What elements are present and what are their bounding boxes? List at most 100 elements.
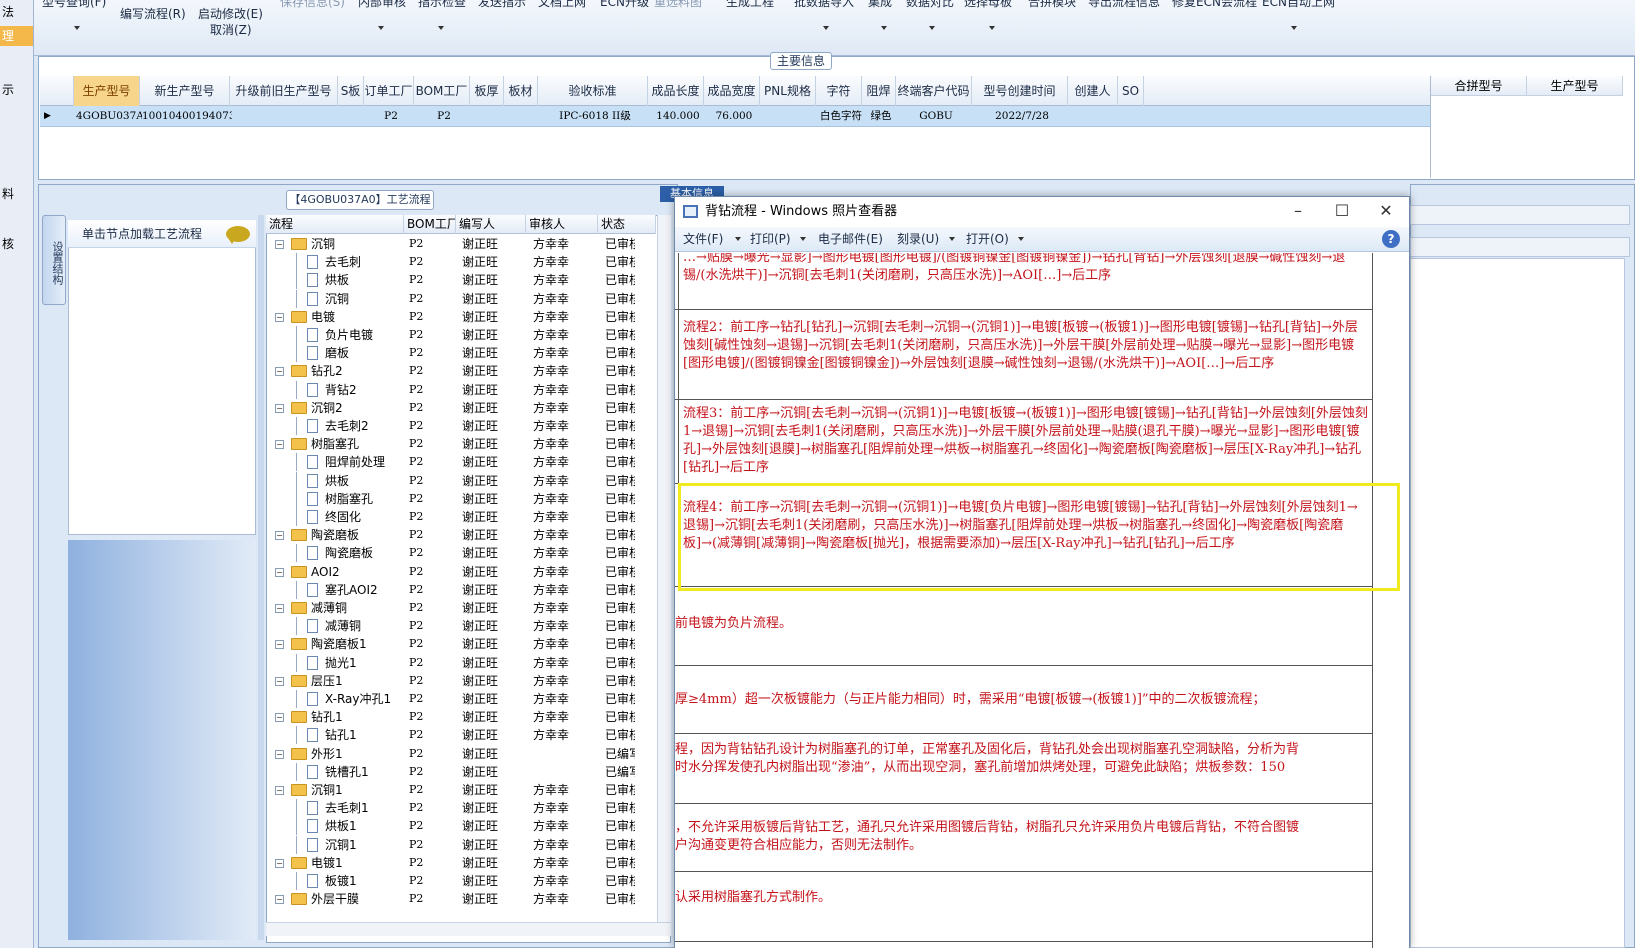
toolbar-button[interactable]: ECN升级: [600, 0, 649, 10]
collapse-toggle-icon[interactable]: −: [275, 604, 284, 613]
viewer-menu-item[interactable]: 打印(P): [750, 227, 791, 252]
toolbar-button[interactable]: 合拼模块: [1028, 0, 1076, 10]
tree-row[interactable]: − 陶瓷磨板1 P2 谢正旺 方幸幸 已审核: [267, 635, 657, 653]
column-header[interactable]: BOM工厂: [414, 76, 470, 106]
grid-cell[interactable]: 白色字符: [818, 106, 864, 127]
toolbar-button[interactable]: 重选料图: [654, 0, 702, 10]
grid-cell[interactable]: [762, 106, 818, 127]
collapse-toggle-icon[interactable]: −: [275, 403, 284, 413]
chevron-down-icon[interactable]: [74, 26, 80, 30]
left-nav-item[interactable]: 料: [0, 184, 33, 204]
chevron-down-icon[interactable]: [929, 26, 935, 30]
toolbar-button[interactable]: 批数据导入: [794, 0, 854, 10]
toolbar-button[interactable]: ECN自动上网: [1262, 0, 1335, 10]
toolbar-button[interactable]: 取消(Z): [210, 22, 252, 38]
column-header[interactable]: S板: [338, 76, 364, 106]
toolbar-button[interactable]: 内部审核: [358, 0, 406, 10]
viewer-menu-item[interactable]: 刻录(U): [897, 227, 939, 252]
toolbar-button[interactable]: 指示检查: [418, 0, 466, 10]
column-header[interactable]: 字符: [816, 76, 862, 106]
grid-cell[interactable]: [506, 106, 540, 127]
tree-row[interactable]: 烘板 P2 谢正旺 方幸幸 已审核: [267, 271, 657, 290]
column-header[interactable]: 合拼型号: [1431, 76, 1527, 96]
tree-row[interactable]: 板镀1 P2 谢正旺 方幸幸 已审核: [267, 872, 657, 890]
tree-row[interactable]: − 减薄铜 P2 谢正旺 方幸幸 已审核: [267, 599, 657, 617]
chevron-down-icon[interactable]: [1291, 26, 1297, 30]
toolbar-button[interactable]: 导出流程信息: [1088, 0, 1160, 10]
column-header[interactable]: 升级前旧生产型号: [230, 76, 338, 106]
column-header[interactable]: 成品长度: [648, 76, 704, 106]
grid-cell[interactable]: [1120, 106, 1146, 127]
grid-cell[interactable]: 4GOBU037A0: [76, 106, 142, 127]
tree-row[interactable]: 钻孔1 P2 谢正旺 方幸幸 已审核: [267, 726, 657, 745]
tree-row[interactable]: − 钻孔2 P2 谢正旺 方幸幸 已审核: [267, 362, 657, 380]
collapse-toggle-icon[interactable]: −: [275, 749, 284, 759]
grid-cell[interactable]: [472, 106, 506, 127]
collapse-toggle-icon[interactable]: −: [275, 531, 284, 541]
column-header[interactable]: 创建人: [1068, 76, 1118, 106]
grid-cell[interactable]: GOBU: [898, 106, 974, 127]
tree-row[interactable]: − 钻孔1 P2 谢正旺 方幸幸 已审核: [267, 708, 657, 726]
tree-row[interactable]: − 沉铜2 P2 谢正旺 方幸幸 已审核: [267, 399, 657, 417]
panel-splitter[interactable]: [258, 215, 264, 940]
tree-row[interactable]: 阻焊前处理 P2 谢正旺 方幸幸 已审核: [267, 453, 657, 472]
collapse-toggle-icon[interactable]: −: [275, 367, 284, 377]
column-header[interactable]: 阻焊: [862, 76, 896, 106]
left-nav-item[interactable]: 核: [0, 234, 33, 254]
collapse-toggle-icon[interactable]: −: [275, 895, 284, 905]
minimize-icon[interactable]: –: [1276, 197, 1320, 227]
tree-row[interactable]: 去毛刺 P2 谢正旺 方幸幸 已审核: [267, 253, 657, 272]
left-nav-item[interactable]: 法: [0, 2, 33, 22]
tree-column-header[interactable]: 审核人: [526, 215, 598, 234]
column-header[interactable]: 验收标准: [538, 76, 648, 106]
chevron-down-icon[interactable]: [438, 26, 444, 30]
tree-row[interactable]: 负片电镀 P2 谢正旺 方幸幸 已审核: [267, 326, 657, 344]
tree-row[interactable]: − 电镀1 P2 谢正旺 方幸幸 已审核: [267, 854, 657, 872]
process-tab-title[interactable]: 【4GOBU037A0】工艺流程: [286, 190, 434, 210]
collapse-toggle-icon[interactable]: −: [275, 567, 284, 577]
toolbar-button[interactable]: 生成工程: [726, 0, 774, 10]
tree-row[interactable]: 抛光1 P2 谢正旺 方幸幸 已审核: [267, 653, 657, 672]
collapse-toggle-icon[interactable]: −: [275, 640, 284, 650]
tree-row[interactable]: 磨板 P2 谢正旺 方幸幸 已审核: [267, 344, 657, 363]
tree-row[interactable]: 沉铜 P2 谢正旺 方幸幸 已审核: [267, 289, 657, 308]
column-header[interactable]: 新生产型号: [140, 76, 230, 106]
tree-row[interactable]: 背钻2 P2 谢正旺 方幸幸 已审核: [267, 380, 657, 399]
tree-column-header[interactable]: 编写人: [456, 215, 526, 234]
close-icon[interactable]: ✕: [1364, 197, 1408, 227]
column-header[interactable]: 型号创建时间: [972, 76, 1068, 106]
tree-row[interactable]: 树脂塞孔 P2 谢正旺 方幸幸 已审核: [267, 489, 657, 508]
toolbar-button[interactable]: 保存信息(S): [280, 0, 345, 10]
column-header[interactable]: 终端客户代码: [896, 76, 972, 106]
left-nav-item[interactable]: 理: [0, 26, 33, 46]
grid-cell[interactable]: 2022/7/28: [974, 106, 1070, 127]
grid-cell[interactable]: 绿色: [864, 106, 898, 127]
column-header[interactable]: 板厚: [470, 76, 504, 106]
chevron-down-icon[interactable]: [823, 26, 829, 30]
tree-row[interactable]: − 陶瓷磨板 P2 谢正旺 方幸幸 已审核: [267, 526, 657, 544]
tree-vertical-scrollbar[interactable]: [657, 215, 671, 923]
tree-column-header[interactable]: 状态: [598, 215, 656, 234]
tree-row[interactable]: − 电镀 P2 谢正旺 方幸幸 已审核: [267, 308, 657, 326]
tree-row[interactable]: 去毛刺2 P2 谢正旺 方幸幸 已审核: [267, 417, 657, 435]
column-header[interactable]: 订单工厂: [364, 76, 414, 106]
tree-column-header[interactable]: BOM工厂: [404, 215, 456, 234]
left-nav-item[interactable]: 示: [0, 80, 33, 100]
tree-column-header[interactable]: 流程: [266, 215, 404, 234]
tree-row[interactable]: 终固化 P2 谢正旺 方幸幸 已审核: [267, 508, 657, 526]
tree-row[interactable]: 沉铜1 P2 谢正旺 方幸幸 已审核: [267, 835, 657, 854]
viewer-menu-item[interactable]: 打开(O): [966, 227, 1009, 252]
help-icon[interactable]: ?: [1382, 230, 1400, 248]
column-header[interactable]: 生产型号: [74, 76, 140, 106]
tree-row[interactable]: − 沉铜1 P2 谢正旺 方幸幸 已审核: [267, 781, 657, 799]
tree-row[interactable]: − 沉铜 P2 谢正旺 方幸幸 已审核: [267, 235, 657, 253]
column-header[interactable]: 板材: [504, 76, 538, 106]
toolbar-button[interactable]: 修复ECN会流程: [1172, 0, 1257, 10]
grid-cell[interactable]: 76.000: [706, 106, 762, 127]
grid-cell[interactable]: P2: [366, 106, 416, 127]
viewer-menu-item[interactable]: 电子邮件(E): [818, 227, 883, 252]
grid-cell[interactable]: IPC-6018 II级: [540, 106, 650, 127]
viewer-menu-item[interactable]: 文件(F): [683, 227, 723, 252]
collapse-toggle-icon[interactable]: −: [275, 676, 284, 686]
tree-row[interactable]: 塞孔AOI2 P2 谢正旺 方幸幸 已审核: [267, 580, 657, 599]
